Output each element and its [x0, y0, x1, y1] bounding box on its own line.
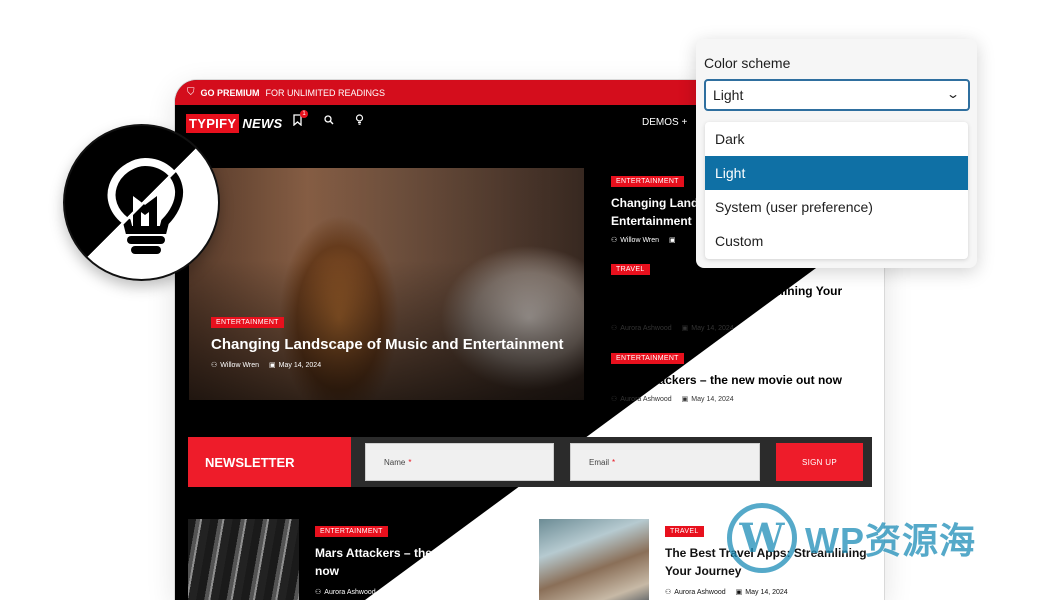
side-category-tag[interactable]: ENTERTAINMENT — [611, 176, 684, 187]
bookmark-count-badge: 1 — [300, 110, 308, 118]
search-icon[interactable] — [324, 114, 334, 128]
option-dark[interactable]: Dark — [705, 122, 968, 156]
name-placeholder: Name — [384, 457, 406, 467]
bottom-category-tag[interactable]: ENTERTAINMENT — [315, 526, 388, 537]
watermark-text: WP资源海 — [805, 520, 976, 561]
side-article-title[interactable]: The Best Travel Apps: Streamlining Your … — [611, 282, 866, 318]
bottom-title-line: now — [315, 564, 339, 578]
article-thumbnail[interactable] — [539, 519, 649, 600]
side-author[interactable]: Aurora Ashwood — [620, 325, 671, 332]
bottom-category-tag[interactable]: TRAVEL — [665, 526, 704, 537]
option-light[interactable]: Light — [705, 156, 968, 190]
dark-mode-toggle[interactable] — [63, 124, 220, 281]
bottom-article: ENTERTAINMENT Mars Attackers – the new m… — [315, 520, 530, 596]
side-meta: ⚇ Aurora Ashwood ▣ May 14, 2024 — [611, 324, 866, 332]
lightbulb-icon[interactable] — [355, 114, 364, 128]
lightbulb-icon — [107, 157, 184, 254]
bottom-article-title[interactable]: Mars Attackers – the new movie out now — [315, 544, 530, 580]
newsletter-bar: NEWSLETTER Name * Email * SIGN UP — [188, 437, 872, 487]
side-author[interactable]: Willow Wren — [620, 237, 659, 244]
hero-date: May 14, 2024 — [278, 362, 322, 369]
bottom-author[interactable]: Aurora Ashwood — [674, 589, 725, 596]
user-icon: ⚇ — [611, 237, 618, 244]
color-scheme-options: Dark Light System (user preference) Cust… — [705, 122, 968, 259]
calendar-icon: ▣ — [681, 325, 689, 332]
user-icon: ⚇ — [611, 396, 618, 403]
hero-author[interactable]: Willow Wren — [220, 362, 259, 369]
shield-icon: ⛉ — [187, 87, 195, 98]
hero-article-image[interactable]: ENTERTAINMENT Changing Landscape of Musi… — [189, 168, 584, 400]
email-input[interactable]: Email * — [570, 443, 760, 481]
required-mark: * — [612, 457, 616, 467]
hero-title[interactable]: Changing Landscape of Music and Entertai… — [211, 336, 564, 353]
wordpress-logo-icon: W — [727, 503, 797, 573]
logo-news: NEWS — [242, 115, 283, 131]
bottom-meta: ⚇ Aurora Ashwood ▣ May 14, 2024 — [665, 588, 880, 596]
selected-value: Light — [713, 87, 744, 103]
side-date: May 14, 2024 — [691, 325, 734, 332]
demos-menu[interactable]: DEMOS + — [642, 117, 687, 128]
bottom-date: May 14, 2024 — [745, 589, 788, 596]
promo-bold: GO PREMIUM — [200, 87, 260, 98]
user-icon: ⚇ — [211, 362, 218, 369]
option-system[interactable]: System (user preference) — [705, 190, 968, 224]
article-thumbnail[interactable] — [188, 519, 299, 600]
calendar-icon: ▣ — [669, 237, 676, 244]
calendar-icon: ▣ — [269, 362, 276, 369]
email-placeholder: Email — [589, 457, 610, 467]
side-title-line: Mars Attackers – the new movie out now — [611, 373, 842, 387]
side-category-tag[interactable]: ENTERTAINMENT — [611, 353, 684, 364]
newsletter-label: NEWSLETTER — [188, 437, 351, 487]
hero-article: ENTERTAINMENT Changing Landscape of Musi… — [211, 311, 564, 369]
option-custom[interactable]: Custom — [705, 224, 968, 258]
name-input[interactable]: Name * — [365, 443, 554, 481]
color-scheme-panel: Color scheme Light ⌄ Dark Light System (… — [696, 39, 977, 268]
side-article: ENTERTAINMENT Mars Attackers – the new m… — [611, 347, 866, 403]
calendar-icon: ▣ — [385, 589, 393, 596]
promo-text: FOR UNLIMITED READINGS — [265, 87, 386, 98]
side-title-line: Journey — [611, 302, 658, 316]
hero-meta: ⚇ Willow Wren ▣ May 14, 2024 — [211, 361, 564, 369]
side-author[interactable]: Aurora Ashwood — [620, 396, 671, 403]
calendar-icon: ▣ — [735, 589, 743, 596]
color-scheme-heading: Color scheme — [704, 55, 791, 71]
required-mark: * — [408, 457, 412, 467]
bottom-date: May 14, 2024 — [395, 589, 438, 596]
side-title-line: The Best Travel Apps: Streamlining Your — [611, 284, 843, 298]
watermark-logo: W WP资源海 — [727, 503, 976, 573]
side-category-tag[interactable]: TRAVEL — [611, 264, 650, 275]
calendar-icon: ▣ — [681, 396, 689, 403]
side-article: TRAVEL The Best Travel Apps: Streamlinin… — [611, 258, 866, 332]
sign-up-button[interactable]: SIGN UP — [776, 443, 863, 481]
user-icon: ⚇ — [315, 589, 322, 596]
user-icon: ⚇ — [665, 589, 672, 596]
color-scheme-select[interactable]: Light ⌄ — [704, 79, 970, 111]
bottom-author[interactable]: Aurora Ashwood — [324, 589, 375, 596]
side-date: May 14, 2024 — [691, 396, 734, 403]
side-meta: ⚇ Aurora Ashwood ▣ May 14, 2024 — [611, 395, 866, 403]
hero-category-tag[interactable]: ENTERTAINMENT — [211, 317, 284, 328]
user-icon: ⚇ — [611, 325, 618, 332]
bookmark-icon[interactable]: 1 — [293, 110, 308, 129]
chevron-down-icon: ⌄ — [945, 87, 961, 101]
bottom-title-line: Mars Attackers – the new movie out — [315, 546, 519, 560]
bottom-meta: ⚇ Aurora Ashwood ▣ May 14, 2024 — [315, 588, 530, 596]
side-article-title[interactable]: Mars Attackers – the new movie out now — [611, 371, 866, 389]
